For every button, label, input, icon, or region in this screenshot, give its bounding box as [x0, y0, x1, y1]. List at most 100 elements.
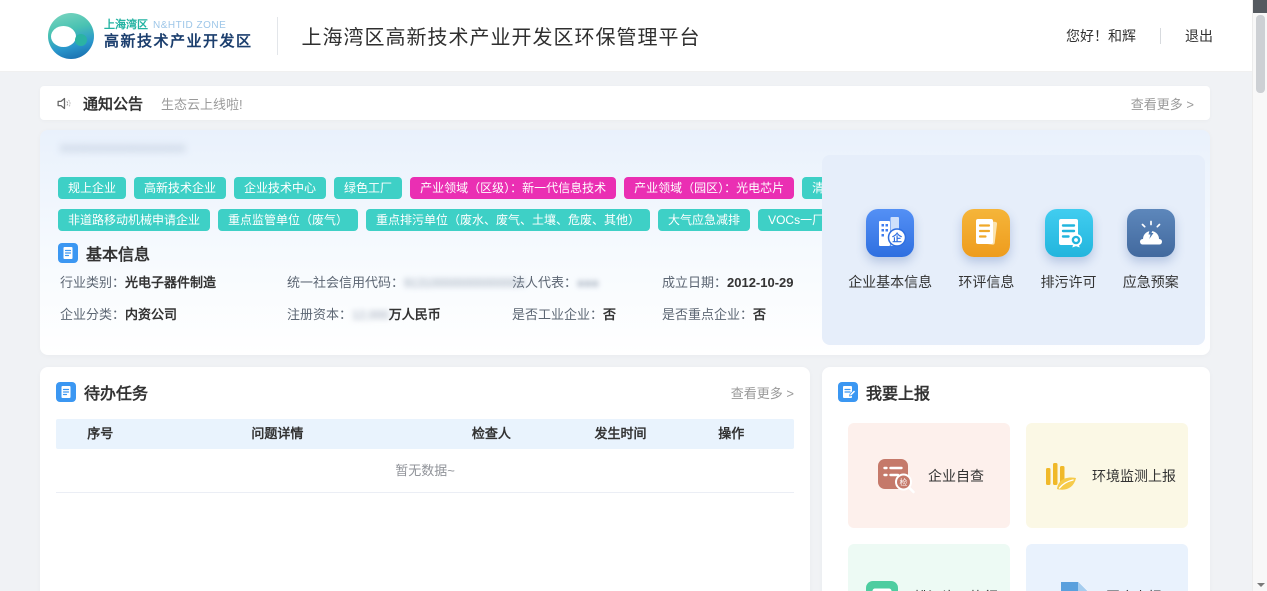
eia-info-icon — [962, 209, 1010, 257]
info-field: 行业类别：光电子器件制造 — [60, 272, 287, 291]
logo-icon — [48, 13, 94, 59]
info-field-masked-value: 12,000 — [352, 308, 389, 322]
quick-link-label: 企业基本信息 — [848, 272, 932, 292]
quick-link-eia-info[interactable]: 环评信息 — [958, 209, 1014, 292]
notice-message[interactable]: 生态云上线啦! — [161, 94, 243, 113]
company-tag: 重点排污单位（废水、废气、土壤、危废、其他） — [366, 209, 650, 231]
report-card: 我要上报 检 企业自查 — [822, 367, 1210, 591]
notice-label: 通知公告 — [83, 93, 143, 114]
report-doc-icon — [838, 382, 858, 402]
info-field-value: 2012-10-29 — [727, 275, 794, 290]
quick-link-enterprise-info[interactable]: 企 企业基本信息 — [848, 209, 932, 292]
notice-more-link[interactable]: 查看更多 > — [1131, 94, 1194, 113]
info-field-value: 否 — [603, 307, 616, 322]
quick-link-label: 排污许可 — [1041, 272, 1097, 292]
scroll-up-arrow-icon[interactable] — [1253, 0, 1267, 13]
info-field-label: 是否重点企业： — [662, 307, 753, 322]
report-tile-label: 企业自查 — [928, 466, 984, 486]
self-inspection-icon: 检 — [874, 454, 918, 498]
todo-empty-state: 暂无数据~ — [56, 449, 794, 493]
app-header: 上海湾区N&HTID ZONE 高新技术产业开发区 上海湾区高新技术产业开发区环… — [0, 0, 1267, 72]
report-tile-label: 排污许可执行 — [914, 587, 998, 591]
company-tags-row2: 非道路移动机械申请企业重点监管单位（废气） 重点排污单位（废水、废气、土壤、危废、… — [58, 209, 858, 231]
company-tags-row1: 规上企业高新技术企业企业技术中心绿色工厂产业领域（区级）：新一代信息技术产业领域… — [58, 177, 918, 199]
svg-text:检: 检 — [900, 477, 908, 487]
company-tag: 企业技术中心 — [234, 177, 326, 199]
column-header-action: 操作 — [669, 419, 794, 449]
report-tile-env-monitoring[interactable]: 环境监测上报 — [1026, 423, 1188, 528]
logo-text: 上海湾区N&HTID ZONE 高新技术产业开发区 — [104, 19, 253, 52]
info-field-label: 成立日期： — [662, 275, 727, 290]
todo-more-link[interactable]: 查看更多 > — [731, 383, 794, 402]
task-list-icon — [56, 382, 76, 402]
logo: 上海湾区N&HTID ZONE 高新技术产业开发区 — [48, 13, 253, 59]
report-grid: 检 企业自查 环境监测上报 — [822, 415, 1210, 591]
enterprise-info-icon: 企 — [866, 209, 914, 257]
basic-info-title: 基本信息 — [86, 241, 150, 265]
company-tag: 绿色工厂 — [334, 177, 402, 199]
logo-zone-name: 高新技术产业开发区 — [104, 33, 253, 52]
company-tag: 产业领域（园区）：光电芯片 — [624, 177, 794, 199]
report-tile-solid-waste[interactable]: 固废上报 — [1026, 544, 1188, 591]
column-header-seq: 序号 — [56, 419, 145, 449]
scrollbar-thumb[interactable] — [1256, 15, 1265, 93]
quick-link-label: 环评信息 — [958, 272, 1014, 292]
company-tag: 规上企业 — [58, 177, 126, 199]
info-field: 是否工业企业：否 — [512, 304, 662, 323]
info-field-label: 企业分类： — [60, 307, 125, 322]
todo-title: 待办任务 — [84, 380, 148, 404]
company-tag: 非道路移动机械申请企业 — [58, 209, 210, 231]
document-icon — [58, 243, 78, 263]
info-field: 成立日期：2012-10-29 — [662, 272, 815, 291]
company-tag: 大气应急减排 — [658, 209, 750, 231]
discharge-permit-icon — [1045, 209, 1093, 257]
column-header-occur-time: 发生时间 — [573, 419, 669, 449]
info-field-label: 统一社会信用代码： — [287, 275, 404, 290]
info-field-masked-value: ●●● — [577, 276, 599, 290]
header-divider — [277, 17, 278, 55]
info-field-label: 行业类别： — [60, 275, 125, 290]
quick-link-emergency-plan[interactable]: 应急预案 — [1123, 209, 1179, 292]
info-field: 法人代表：●●● — [512, 272, 662, 291]
company-tag: 产业领域（区级）：新一代信息技术 — [410, 177, 616, 199]
report-tile-label: 固废上报 — [1106, 587, 1162, 591]
info-field-masked-value: 91310000000000000X — [404, 276, 525, 290]
info-field-value: 万人民币 — [389, 307, 441, 322]
report-tile-label: 环境监测上报 — [1092, 466, 1176, 486]
logo-en-name: N&HTID ZONE — [153, 20, 226, 31]
user-greeting: 您好！和辉 — [1066, 26, 1136, 46]
permit-execution-icon — [860, 575, 904, 591]
scroll-down-arrow-icon[interactable] — [1253, 578, 1267, 591]
company-tag: 高新技术企业 — [134, 177, 226, 199]
report-header: 我要上报 — [822, 367, 1210, 415]
report-tile-self-inspection[interactable]: 检 企业自查 — [848, 423, 1010, 528]
notice-bar: 通知公告 生态云上线啦! 查看更多 > — [40, 86, 1210, 120]
svg-text:企: 企 — [891, 231, 903, 244]
user-divider — [1160, 28, 1161, 44]
info-field-label: 是否工业企业： — [512, 307, 603, 322]
company-overview-card: ●●●●●●●●●●●●●●●● 规上企业高新技术企业企业技术中心绿色工厂产业领… — [40, 130, 1210, 355]
todo-table-header: 序号 问题详情 检查人 发生时间 操作 — [56, 419, 794, 449]
page-scrollbar[interactable] — [1252, 0, 1267, 591]
logout-button[interactable]: 退出 — [1185, 26, 1213, 46]
info-field-value: 否 — [753, 307, 766, 322]
todo-tasks-card: 待办任务 查看更多 > 序号 问题详情 检查人 发生时间 操作 暂无数据~ — [40, 367, 810, 591]
report-title: 我要上报 — [866, 380, 930, 404]
env-monitoring-icon — [1038, 454, 1082, 498]
column-header-inspector: 检查人 — [410, 419, 572, 449]
company-tag: 重点监管单位（废气） — [218, 209, 358, 231]
info-field: 是否重点企业：否 — [662, 304, 815, 323]
solid-waste-icon — [1052, 575, 1096, 591]
report-tile-permit-execution[interactable]: 排污许可执行 — [848, 544, 1010, 591]
speaker-icon — [56, 95, 73, 112]
page-title: 上海湾区高新技术产业开发区环保管理平台 — [302, 21, 701, 50]
quick-links-panel: 企 企业基本信息 环评信息 — [822, 155, 1205, 345]
info-field: 统一社会信用代码：91310000000000000X — [287, 272, 512, 291]
todo-header: 待办任务 查看更多 > — [40, 367, 810, 415]
info-field: 注册资本：12,000万人民币 — [287, 304, 512, 323]
basic-info-header: 基本信息 — [58, 241, 150, 265]
quick-link-label: 应急预案 — [1123, 272, 1179, 292]
column-header-issue-detail: 问题详情 — [145, 419, 411, 449]
info-field-value: 内资公司 — [125, 307, 177, 322]
quick-link-discharge-permit[interactable]: 排污许可 — [1041, 209, 1097, 292]
